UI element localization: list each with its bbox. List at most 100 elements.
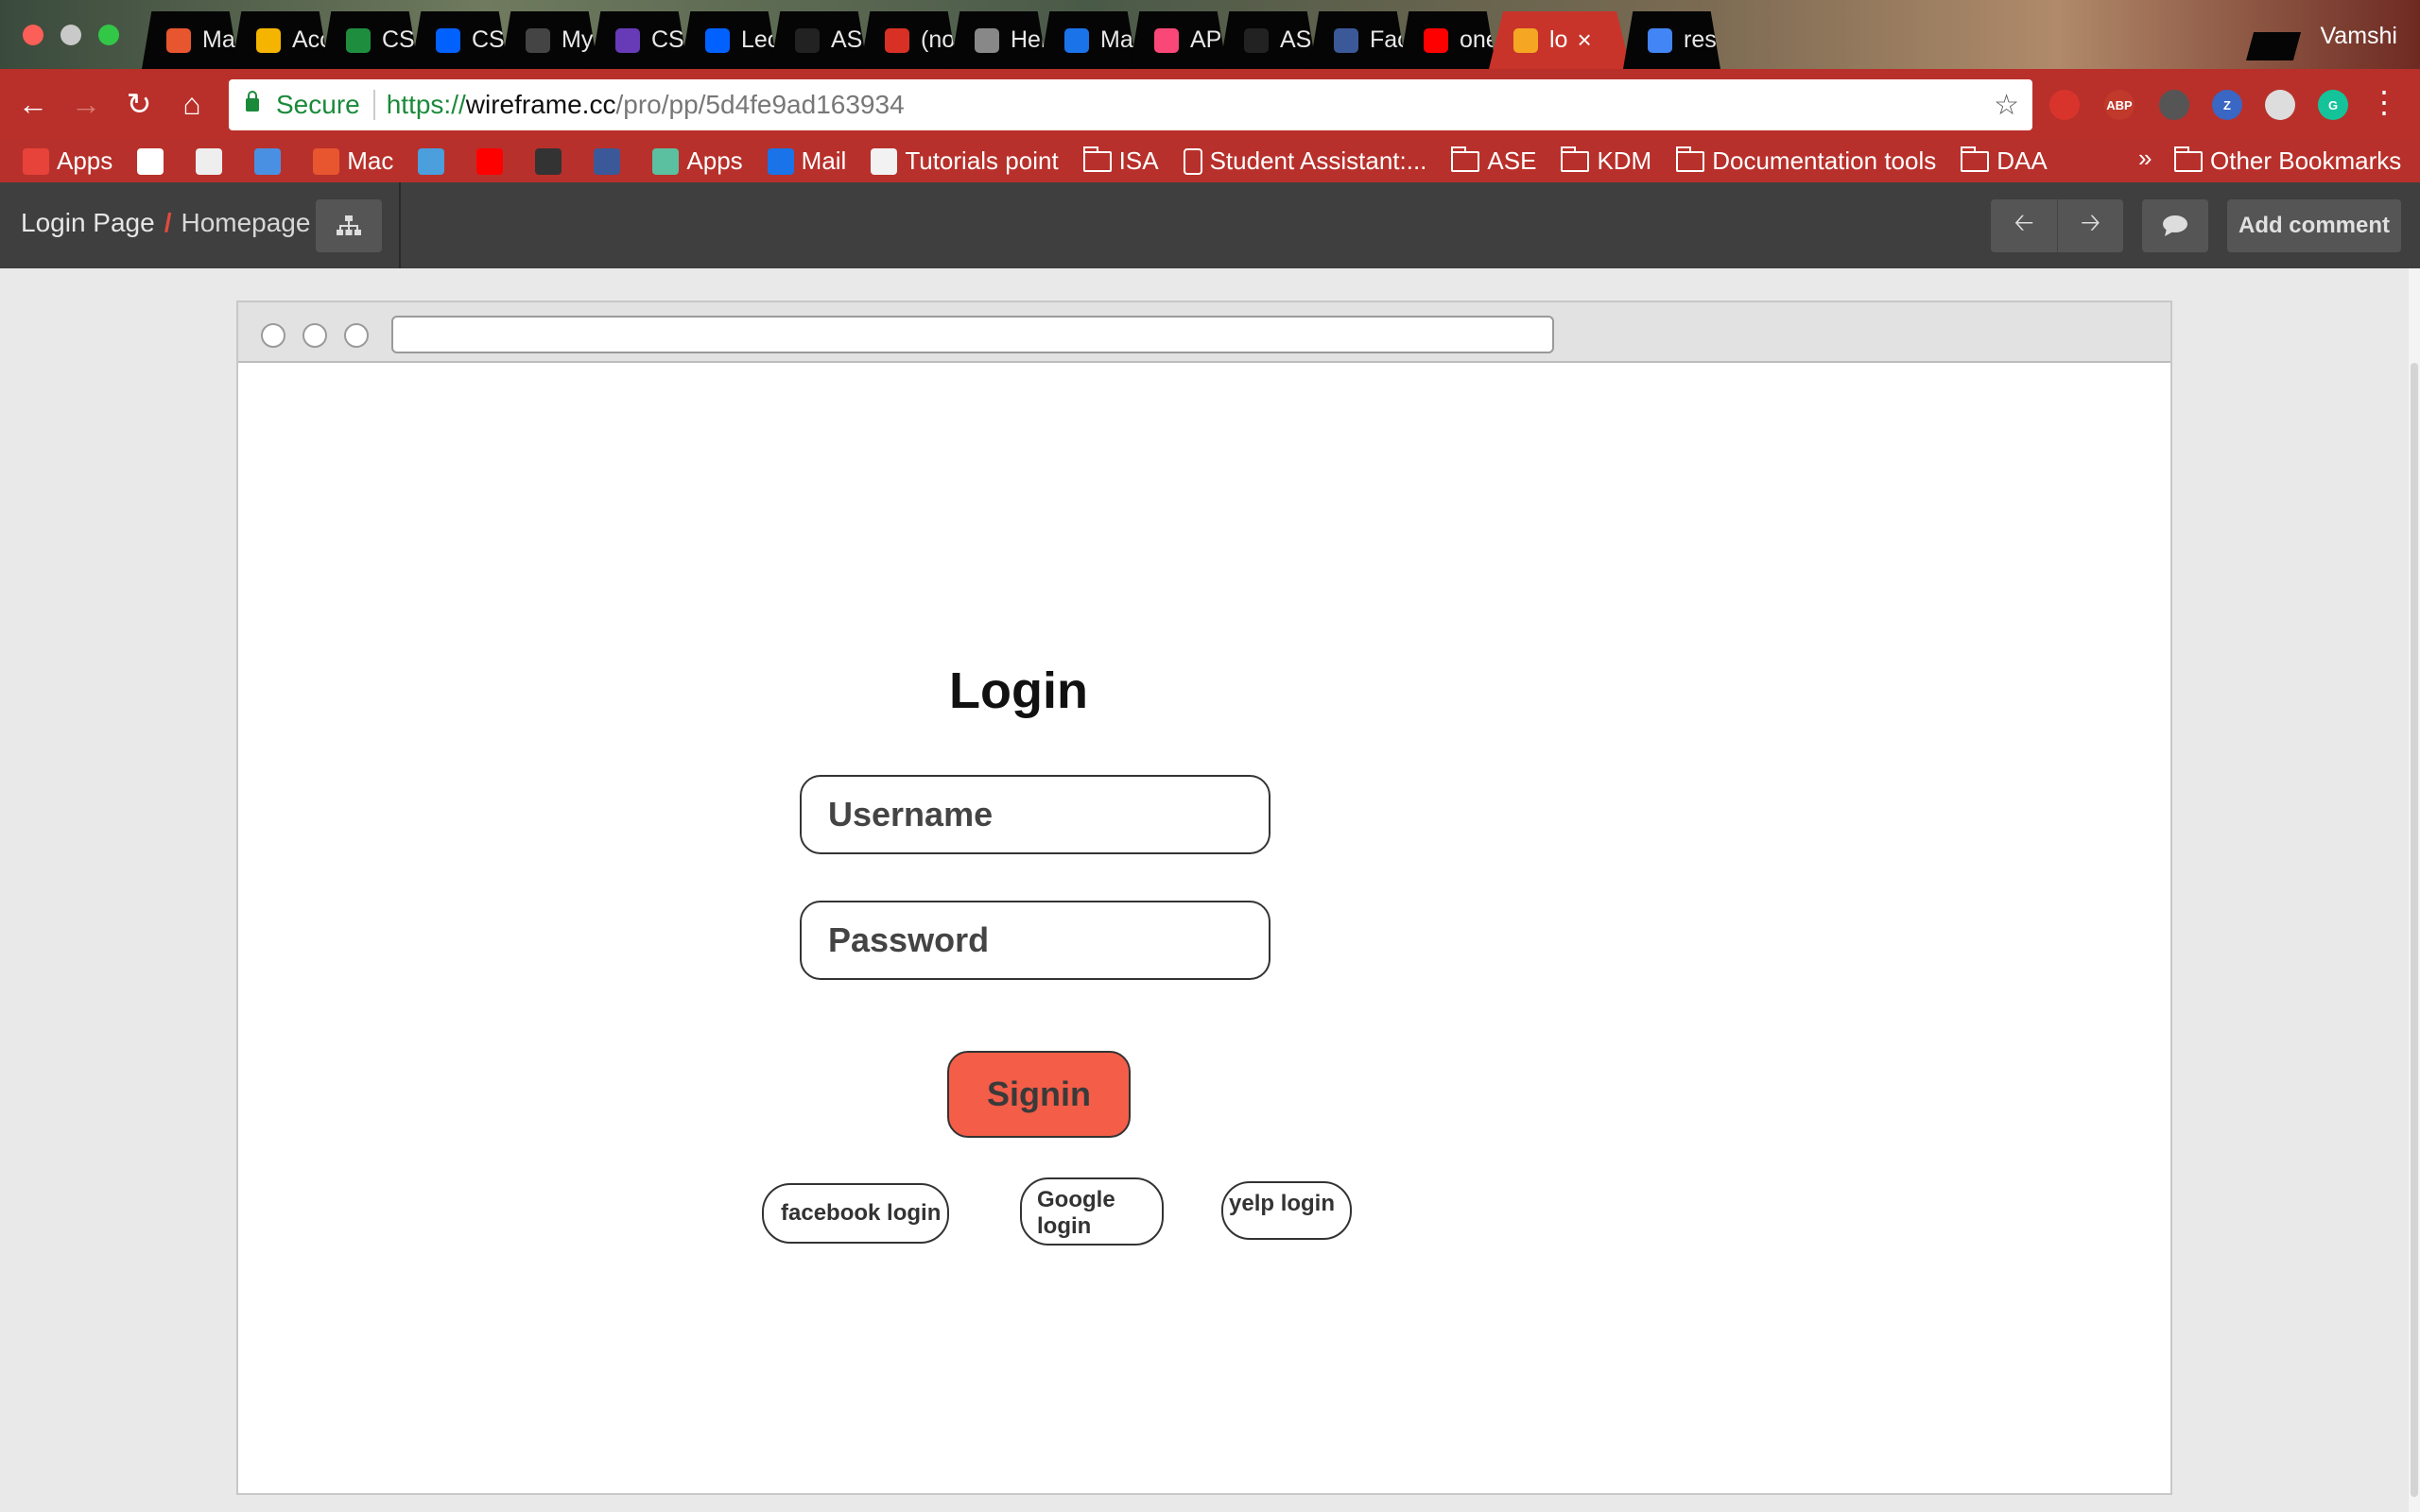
browser-tab[interactable]: ASE/ (1219, 11, 1317, 69)
other-bookmarks[interactable]: Other Bookmarks (2174, 140, 2401, 182)
browser-tab[interactable]: Lectu (681, 11, 778, 69)
browser-tab[interactable]: Hello (950, 11, 1047, 69)
signin-button[interactable]: Signin (947, 1051, 1131, 1138)
address-bar[interactable]: Secure https:// wireframe.cc /pro/pp/5d4… (229, 79, 2032, 130)
browser-tab[interactable]: CS5 (411, 11, 509, 69)
adblock-plus-icon[interactable]: ABP (2104, 90, 2135, 120)
canvas-scrollbar[interactable] (2409, 268, 2420, 1512)
browser-tab[interactable]: ASE/ (770, 11, 868, 69)
shield-icon[interactable] (2159, 90, 2189, 120)
close-window-button[interactable] (23, 25, 43, 45)
browser-tab[interactable]: (no s (860, 11, 958, 69)
bookmark-item[interactable]: Tutorials point (871, 146, 1059, 176)
bookmark-label: Tutorials point (905, 146, 1059, 175)
sitemap-button[interactable] (316, 199, 382, 252)
foursquare-icon (1154, 27, 1179, 53)
reload-icon[interactable]: ↻ (121, 86, 157, 122)
tab-label: Acco (292, 26, 329, 53)
bookmark-item[interactable]: ASE (1451, 146, 1536, 176)
bookmark-item[interactable] (594, 147, 628, 175)
bookmark-item[interactable]: Apps (23, 146, 112, 176)
bookmark-label: Mac (347, 146, 394, 175)
bookmark-item[interactable]: DAA (1961, 146, 2048, 176)
bookmark-item[interactable] (254, 147, 288, 175)
forward-arrow-icon[interactable]: → (68, 86, 104, 122)
minimize-window-button[interactable] (60, 25, 81, 45)
browser-tab[interactable]: Mac (142, 11, 239, 69)
flickr-icon[interactable] (2265, 90, 2295, 120)
mail-icon (1064, 27, 1089, 53)
zoom-window-button[interactable] (98, 25, 119, 45)
blackboard-icon (526, 27, 550, 53)
add-comment-button[interactable]: Add comment (2227, 199, 2401, 252)
fox-icon (418, 147, 445, 175)
browser-tab[interactable]: CS5 (591, 11, 688, 69)
bookmark-item[interactable]: Documentation tools (1676, 146, 1936, 176)
bookmark-item[interactable] (196, 147, 230, 175)
dropbox-icon (705, 27, 730, 53)
next-page-button[interactable]: 🡢 (2057, 199, 2123, 252)
browser-tab[interactable]: lo × (1489, 11, 1631, 69)
bookmark-item[interactable] (535, 147, 569, 175)
bookmark-item[interactable] (476, 147, 510, 175)
bookmarks-overflow-icon[interactable]: » (2138, 144, 2152, 173)
home-icon[interactable]: ⌂ (174, 86, 210, 122)
comments-button[interactable] (2142, 199, 2208, 252)
browser-tab[interactable]: one p (1399, 11, 1496, 69)
page-icon (975, 27, 999, 53)
bookmark-label: ISA (1118, 146, 1159, 175)
bookmark-item[interactable]: Mac (313, 146, 393, 176)
back-arrow-icon[interactable]: ← (15, 86, 51, 122)
ublock-icon[interactable] (2049, 90, 2080, 120)
browser-menu-icon[interactable]: ⋮ (2369, 84, 2399, 120)
tutorials-icon (871, 147, 898, 175)
close-tab-icon[interactable]: × (1577, 26, 1591, 55)
browser-tab[interactable]: CS5 (321, 11, 419, 69)
bookmark-item[interactable]: Student Assistant:... (1183, 146, 1426, 176)
previous-page-button[interactable]: 🡠 (1991, 199, 2057, 252)
bookmark-item[interactable] (418, 147, 452, 175)
facebook-icon (594, 147, 621, 175)
speech-bubble-icon (2163, 215, 2187, 236)
wireframe-app-header: Login Page / Homepage 🡠 🡢 Add comment (0, 182, 2420, 268)
tab-label: resta (1684, 26, 1720, 53)
google-login-button[interactable]: Google login (1020, 1177, 1164, 1246)
url-scheme: https:// (386, 90, 466, 119)
bookmark-label: KDM (1597, 146, 1652, 175)
browser-tab[interactable]: Acco (232, 11, 329, 69)
bookmark-item[interactable]: ISA (1082, 146, 1159, 176)
bookmark-star-icon[interactable]: ☆ (1994, 89, 2019, 122)
forms-icon (615, 27, 640, 53)
folder-icon (1961, 146, 1990, 172)
bookmark-item[interactable]: Apps (652, 146, 743, 176)
browser-tab[interactable]: Face (1309, 11, 1407, 69)
profile-name[interactable]: Vamshi (2320, 23, 2397, 50)
breadcrumb-current: Homepage (181, 208, 311, 237)
mail-icon (767, 147, 794, 175)
browser-tab[interactable]: API E (1130, 11, 1227, 69)
browser-tab[interactable]: resta (1623, 11, 1720, 69)
github-icon (795, 27, 820, 53)
breadcrumb-parent[interactable]: Login Page (21, 208, 155, 238)
google-login-label-line1: Google (1037, 1187, 1115, 1212)
yelp-login-button[interactable]: yelp login (1221, 1181, 1352, 1240)
browser-tab[interactable]: My B (501, 11, 598, 69)
facebook-login-button[interactable]: facebook login (762, 1183, 949, 1244)
browser-tab[interactable]: Mail (1040, 11, 1137, 69)
grammarly-icon[interactable]: G (2318, 90, 2348, 120)
bookmark-item[interactable]: KDM (1561, 146, 1651, 176)
username-field[interactable]: Username (800, 775, 1270, 854)
url-path: /pro/pp/5d4fe9ad163934 (615, 90, 905, 119)
tab-label: ASE/ (831, 26, 868, 53)
new-tab-button[interactable] (2246, 32, 2301, 60)
scrollbar-thumb[interactable] (2411, 363, 2418, 1497)
tab-label: Mail (1100, 26, 1137, 53)
arrow-left-icon: 🡠 (2014, 208, 2034, 236)
header-divider (399, 182, 401, 268)
bookmark-item[interactable] (137, 147, 171, 175)
bookmark-item[interactable]: Mail (767, 146, 846, 176)
tab-label: CS5 (382, 26, 419, 53)
facebook-icon (1334, 27, 1358, 53)
zotero-icon[interactable]: Z (2212, 90, 2242, 120)
password-field[interactable]: Password (800, 901, 1270, 980)
